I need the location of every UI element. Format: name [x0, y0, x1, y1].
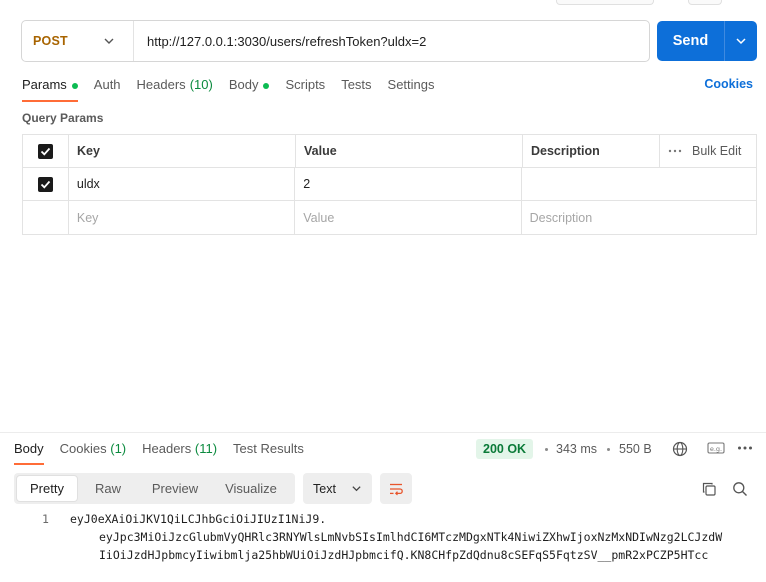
bulk-edit-button[interactable]: Bulk Edit [692, 144, 741, 158]
column-header-description: Description [523, 135, 660, 167]
response-tab-test-results[interactable]: Test Results [233, 441, 304, 465]
table-row-new: Key Value Description [23, 201, 756, 234]
url-input[interactable] [134, 21, 649, 61]
response-tabs: Body Cookies (1) Headers (11) Test Resul… [14, 441, 320, 465]
tab-settings[interactable]: Settings [388, 76, 435, 102]
method-label: POST [33, 34, 68, 48]
request-tabs: Params Auth Headers (10) Body Scripts Tes… [22, 76, 451, 102]
search-button[interactable] [731, 480, 749, 498]
response-tab-body[interactable]: Body [14, 441, 44, 465]
status-dot [71, 83, 78, 89]
request-url-bar: POST [21, 20, 650, 62]
svg-text:e.g.: e.g. [710, 445, 722, 453]
tab-count: (1) [110, 441, 127, 456]
wrap-lines-icon [390, 483, 403, 495]
column-header-value: Value [296, 135, 523, 167]
toolbar-remnant [688, 0, 722, 5]
tab-count: (10) [189, 77, 213, 92]
separator-dot [545, 448, 548, 451]
tab-label: Headers [136, 77, 186, 92]
view-raw-button[interactable]: Raw [77, 476, 139, 501]
example-icon: e.g. [707, 442, 725, 454]
new-value-input[interactable]: Value [295, 201, 522, 234]
response-tab-cookies[interactable]: Cookies (1) [60, 441, 126, 465]
tab-scripts[interactable]: Scripts [285, 76, 325, 102]
line-number: 1 [42, 512, 49, 526]
response-divider [0, 432, 766, 433]
globe-icon [672, 441, 688, 457]
format-select[interactable]: Text [303, 473, 372, 504]
code-line: eyJ0eXAiOiJKV1QiLCJhbGciOiJIUzI1NiJ9. [70, 512, 327, 526]
copy-button[interactable] [700, 480, 718, 498]
more-options-button[interactable] [736, 443, 754, 453]
code-line-wrapped: eyJpc3MiOiJzcGlubmVyQHRlc3RNYWlsLmNvbSIs… [99, 530, 723, 544]
table-row: uldx 2 [23, 168, 756, 201]
view-mode-selector: Pretty Raw Preview Visualize [14, 473, 295, 504]
search-icon [733, 482, 747, 496]
tab-tests[interactable]: Tests [341, 76, 371, 102]
method-select[interactable]: POST [22, 21, 134, 61]
new-description-input[interactable]: Description [522, 201, 756, 234]
param-key-cell[interactable]: uldx [69, 168, 296, 200]
tab-label: Cookies [59, 441, 107, 456]
row-checkbox[interactable] [37, 176, 53, 192]
chevron-down-icon [352, 486, 361, 492]
row-check-cell [23, 201, 69, 234]
send-label[interactable]: Send [657, 21, 724, 61]
chevron-down-icon [736, 38, 746, 45]
response-size[interactable]: 550 B [619, 442, 652, 456]
response-tab-headers[interactable]: Headers (11) [142, 441, 217, 465]
bulk-edit-cell: Bulk Edit [660, 135, 756, 167]
network-globe-icon[interactable] [671, 440, 689, 458]
more-options-icon[interactable] [668, 148, 682, 154]
table-header-row: Key Value Description Bulk Edit [23, 135, 756, 168]
copy-icon [702, 482, 716, 496]
param-description-cell[interactable] [522, 168, 756, 200]
tab-auth[interactable]: Auth [94, 76, 121, 102]
chevron-down-icon [104, 38, 114, 44]
tab-label: Settings [387, 77, 435, 92]
tab-params[interactable]: Params [22, 76, 78, 102]
tab-label: Test Results [233, 441, 304, 456]
view-preview-button[interactable]: Preview [139, 476, 211, 501]
select-all-checkbox[interactable] [38, 143, 53, 159]
cookies-link[interactable]: Cookies [704, 77, 753, 91]
response-time[interactable]: 343 ms [556, 442, 597, 456]
code-line-wrapped: IiOiJzdHJpbmcyIiwibmlja25hbWUiOiJzdHJpbm… [99, 548, 709, 562]
checkmark-icon [40, 147, 51, 156]
status-dot [263, 83, 270, 89]
tab-label: Params [22, 77, 67, 92]
tab-label: Headers [142, 441, 192, 456]
param-value-cell[interactable]: 2 [295, 168, 522, 200]
tab-count: (11) [194, 441, 218, 456]
new-key-input[interactable]: Key [69, 201, 296, 234]
send-options-button[interactable] [725, 21, 757, 61]
checkmark-icon [40, 180, 51, 189]
tab-label: Scripts [285, 77, 326, 92]
select-all-cell [23, 135, 69, 167]
row-check-cell [23, 168, 69, 200]
tab-label: Auth [93, 77, 121, 92]
tab-label: Body [14, 441, 44, 456]
separator-dot [607, 448, 610, 451]
query-params-table: Key Value Description Bulk Edit uldx 2 K… [22, 134, 757, 235]
toolbar-remnant [556, 0, 654, 5]
tab-label: Tests [341, 77, 372, 92]
tab-headers[interactable]: Headers (10) [137, 76, 213, 102]
tab-body[interactable]: Body [229, 76, 270, 102]
query-params-heading: Query Params [22, 111, 104, 125]
wrap-lines-button[interactable] [380, 473, 412, 504]
status-badge[interactable]: 200 OK [476, 439, 534, 459]
format-label: Text [313, 481, 336, 496]
column-header-key: Key [69, 135, 296, 167]
view-visualize-button[interactable]: Visualize [211, 476, 291, 501]
more-options-icon [738, 446, 752, 450]
view-pretty-button[interactable]: Pretty [17, 476, 77, 501]
tab-label: Body [228, 77, 259, 92]
save-response-example-button[interactable]: e.g. [706, 440, 726, 456]
send-button[interactable]: Send [657, 21, 757, 61]
